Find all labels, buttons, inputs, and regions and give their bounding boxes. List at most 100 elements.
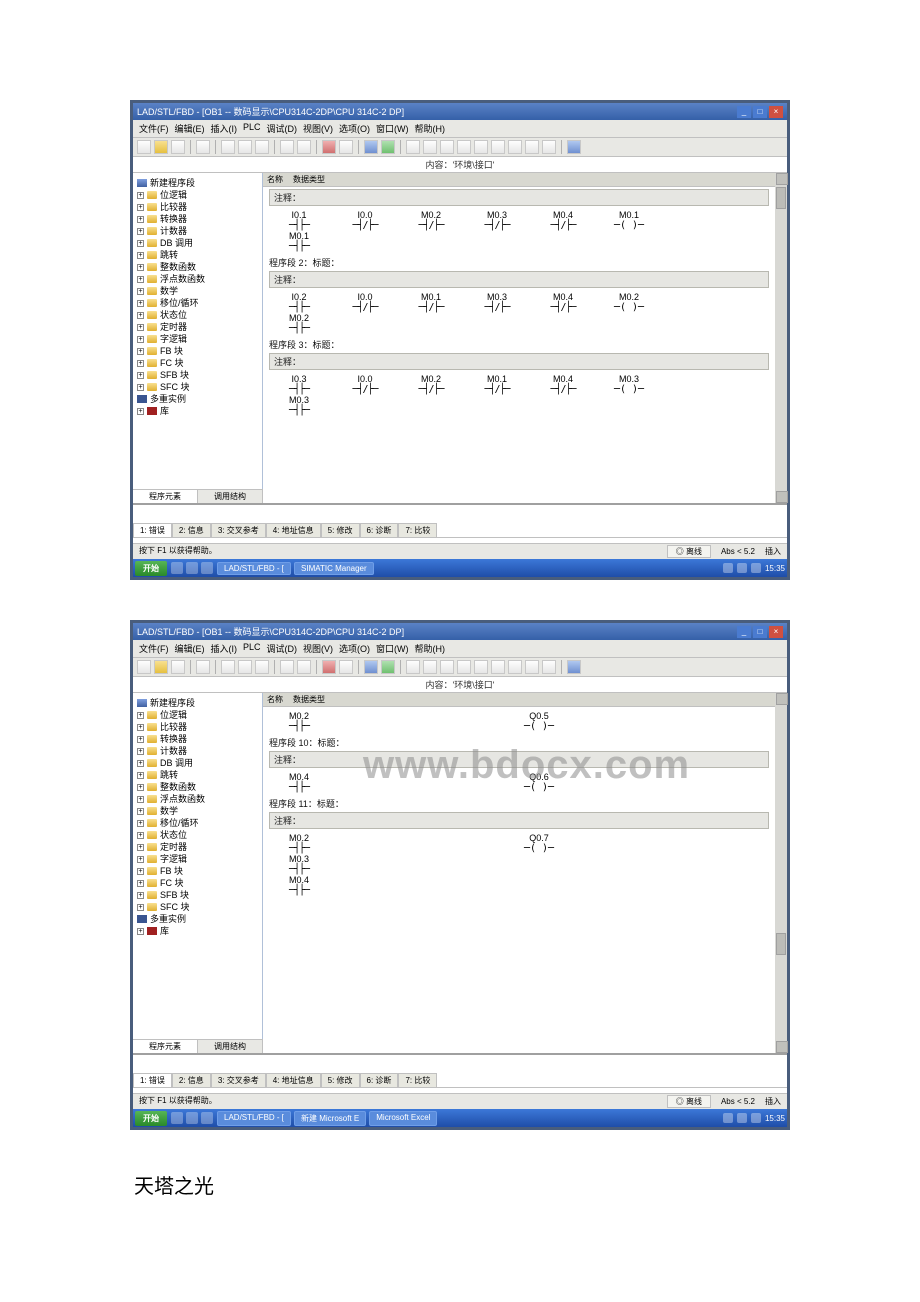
output-tab[interactable]: 3: 交叉参考 — [211, 523, 266, 537]
start-button[interactable]: 开始 — [135, 1111, 167, 1126]
menu-plc[interactable]: PLC — [243, 642, 261, 655]
tray-icon[interactable] — [737, 563, 747, 573]
ql-icon[interactable] — [171, 562, 183, 574]
tree-item[interactable]: 字逻辑 — [160, 853, 187, 865]
tree-item[interactable]: 库 — [160, 405, 169, 417]
menu-view[interactable]: 视图(V) — [303, 122, 333, 135]
tree-item[interactable]: 位逻辑 — [160, 189, 187, 201]
tree-item[interactable]: 比较器 — [160, 721, 187, 733]
output-tab[interactable]: 2: 信息 — [172, 1073, 211, 1087]
tray-icon[interactable] — [751, 1113, 761, 1123]
tree-root[interactable]: 新建程序段 — [150, 697, 195, 709]
tool-cut-icon[interactable] — [221, 140, 235, 154]
tool-conn-icon[interactable] — [508, 660, 522, 674]
tool-branch-icon[interactable] — [474, 660, 488, 674]
tool-misc2-icon[interactable] — [542, 660, 556, 674]
menu-options[interactable]: 选项(O) — [339, 642, 370, 655]
network-comment[interactable]: 注释： — [269, 812, 769, 829]
output-tab[interactable]: 5: 修改 — [321, 1073, 360, 1087]
tree-item[interactable]: 整数函数 — [160, 261, 196, 273]
rung[interactable]: M0.4─┤├─ Q0.6─( )─ — [263, 768, 775, 795]
tool-download-icon[interactable] — [322, 140, 336, 154]
network-comment[interactable]: 注释： — [269, 271, 769, 288]
task-button[interactable]: LAD/STL/FBD - [ — [217, 1111, 291, 1126]
output-tab[interactable]: 1: 错误 — [133, 1073, 172, 1087]
ql-icon[interactable] — [186, 562, 198, 574]
ql-icon[interactable] — [171, 1112, 183, 1124]
tree-item[interactable]: DB 调用 — [160, 757, 193, 769]
tree-item[interactable]: FC 块 — [160, 877, 184, 889]
tool-undo-icon[interactable] — [280, 660, 294, 674]
tree-item[interactable]: SFC 块 — [160, 381, 190, 393]
tree-item[interactable]: 定时器 — [160, 841, 187, 853]
ladder-editor[interactable]: 名称 数据类型 www.bdocx.com M0.2─┤├─ Q0.5─( )─… — [263, 693, 775, 1053]
menu-file[interactable]: 文件(F) — [139, 122, 169, 135]
tree-item[interactable]: 整数函数 — [160, 781, 196, 793]
tray-icon[interactable] — [737, 1113, 747, 1123]
scrollbar-thumb[interactable] — [776, 933, 786, 955]
tree-item[interactable]: 库 — [160, 925, 169, 937]
tool-network-icon[interactable] — [364, 660, 378, 674]
output-tab[interactable]: 5: 修改 — [321, 523, 360, 537]
menu-debug[interactable]: 调试(D) — [267, 122, 298, 135]
menu-plc[interactable]: PLC — [243, 122, 261, 135]
scrollbar-thumb[interactable] — [776, 187, 786, 209]
tree-root[interactable]: 新建程序段 — [150, 177, 195, 189]
tree-item[interactable]: 计数器 — [160, 745, 187, 757]
tool-print-icon[interactable] — [196, 660, 210, 674]
tool-contact-icon[interactable] — [440, 140, 454, 154]
rung[interactable]: I0.3─┤├─ I0.0─┤/├─ M0.2─┤/├─ M0.1─┤/├─ M… — [263, 370, 775, 418]
tree-item[interactable]: 转换器 — [160, 213, 187, 225]
tool-new-icon[interactable] — [137, 140, 151, 154]
tool-help-icon[interactable] — [567, 660, 581, 674]
output-tab[interactable]: 1: 错误 — [133, 523, 172, 537]
task-button[interactable]: Microsoft Excel — [369, 1111, 437, 1126]
close-button[interactable]: × — [769, 106, 783, 118]
tree-item[interactable]: 状态位 — [160, 309, 187, 321]
tool-coil-icon[interactable] — [457, 660, 471, 674]
ql-icon[interactable] — [186, 1112, 198, 1124]
tree-tab-elements[interactable]: 程序元素 — [133, 1040, 198, 1053]
tree-item[interactable]: 位逻辑 — [160, 709, 187, 721]
rung[interactable]: I0.1─┤├─ I0.0─┤/├─ M0.2─┤/├─ M0.3─┤/├─ M… — [263, 206, 775, 254]
tree-item[interactable]: 跳转 — [160, 769, 178, 781]
menu-debug[interactable]: 调试(D) — [267, 642, 298, 655]
minimize-button[interactable]: _ — [737, 106, 751, 118]
tool-monitor-icon[interactable] — [381, 660, 395, 674]
output-tab[interactable]: 7: 比较 — [398, 523, 437, 537]
tool-branch-icon[interactable] — [474, 140, 488, 154]
tray-icon[interactable] — [723, 563, 733, 573]
tree-item[interactable]: SFC 块 — [160, 901, 190, 913]
tree-item[interactable]: 浮点数函数 — [160, 793, 205, 805]
tool-download-icon[interactable] — [322, 660, 336, 674]
task-button[interactable]: SIMATIC Manager — [294, 562, 374, 575]
tray-icon[interactable] — [751, 563, 761, 573]
menu-insert[interactable]: 插入(I) — [211, 122, 238, 135]
ladder-editor[interactable]: 名称 数据类型 注释： I0.1─┤├─ I0.0─┤/├─ M0.2─┤/├─… — [263, 173, 775, 503]
tree-item[interactable]: 移位/循环 — [160, 297, 199, 309]
tool-contact-icon[interactable] — [440, 660, 454, 674]
menu-view[interactable]: 视图(V) — [303, 642, 333, 655]
maximize-button[interactable]: □ — [753, 626, 767, 638]
output-tab[interactable]: 2: 信息 — [172, 523, 211, 537]
tool-conn-icon[interactable] — [508, 140, 522, 154]
tree-item[interactable]: 比较器 — [160, 201, 187, 213]
tree-tab-elements[interactable]: 程序元素 — [133, 490, 198, 503]
tree-item[interactable]: 状态位 — [160, 829, 187, 841]
tree-item[interactable]: 计数器 — [160, 225, 187, 237]
tool-help-icon[interactable] — [567, 140, 581, 154]
element-tree[interactable]: 新建程序段 +位逻辑 +比较器 +转换器 +计数器 +DB 调用 +跳转 +整数… — [133, 173, 263, 489]
tool-redo-icon[interactable] — [297, 660, 311, 674]
tool-catalog-icon[interactable] — [406, 140, 420, 154]
network-comment[interactable]: 注释： — [269, 353, 769, 370]
tool-misc1-icon[interactable] — [525, 140, 539, 154]
network-comment[interactable]: 注释： — [269, 189, 769, 206]
menu-edit[interactable]: 编辑(E) — [175, 642, 205, 655]
tool-cut-icon[interactable] — [221, 660, 235, 674]
tree-item[interactable]: 浮点数函数 — [160, 273, 205, 285]
tree-tab-calls[interactable]: 调用结构 — [198, 490, 263, 503]
tool-save-icon[interactable] — [171, 140, 185, 154]
tool-catalog-icon[interactable] — [406, 660, 420, 674]
tool-rung-icon[interactable] — [423, 140, 437, 154]
tool-new-icon[interactable] — [137, 660, 151, 674]
